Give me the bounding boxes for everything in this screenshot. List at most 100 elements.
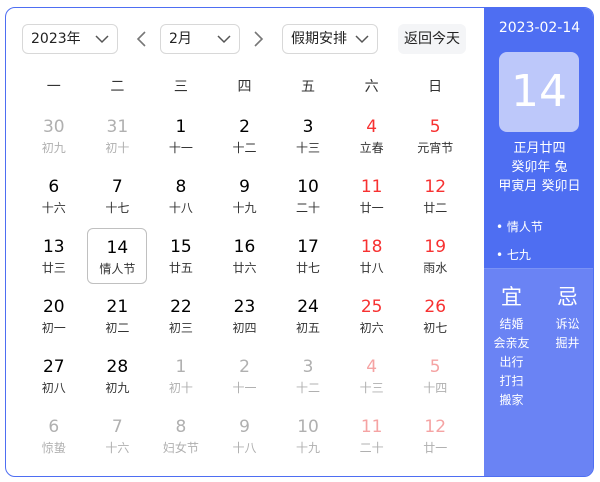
day-number: 4 — [366, 357, 378, 377]
calendar-day[interactable]: 26 初七 — [405, 288, 465, 344]
calendar-day[interactable]: 5 十四 — [405, 348, 465, 404]
lunar-label: 初五 — [296, 321, 321, 335]
day-number: 14 — [106, 238, 129, 258]
calendar-day[interactable]: 28 初九 — [87, 348, 147, 404]
lunar-label: 立春 — [359, 141, 384, 155]
day-number: 18 — [360, 237, 383, 257]
calendar-day[interactable]: 1 十一 — [151, 108, 211, 164]
calendar-day[interactable]: 2 十二 — [215, 108, 275, 164]
day-number: 31 — [106, 117, 129, 137]
calendar-day[interactable]: 1 初十 — [151, 348, 211, 404]
calendar-day[interactable]: 16 廿六 — [215, 228, 275, 284]
ji-column: 忌 诉讼 掘井 — [540, 283, 593, 353]
calendar-day[interactable]: 9 十八 — [215, 408, 275, 464]
lunar-label: 惊蛰 — [41, 441, 66, 455]
calendar-day[interactable]: 2 十一 — [215, 348, 275, 404]
lunar-label: 十九 — [296, 441, 321, 455]
holiday-select-value: 假期安排 — [291, 31, 347, 47]
calendar-day[interactable]: 8 妇女节 — [151, 408, 211, 464]
calendar-day[interactable]: 8 十八 — [151, 168, 211, 224]
day-number: 24 — [297, 297, 319, 317]
calendar-day[interactable]: 12 廿一 — [405, 408, 465, 464]
calendar-day[interactable]: 14 情人节 — [87, 228, 148, 284]
yi-item: 结婚 — [499, 317, 524, 331]
ganzhi-year: 癸卯年 兔 — [511, 160, 568, 175]
lunar-label: 十二 — [296, 381, 321, 395]
calendar-day[interactable]: 5 元宵节 — [405, 108, 465, 164]
lunar-label: 初八 — [41, 381, 66, 395]
weekday-label: 六 — [364, 79, 379, 95]
day-number: 7 — [111, 417, 123, 437]
calendar-day[interactable]: 21 初二 — [87, 288, 147, 344]
calendar-day[interactable]: 6 十六 — [24, 168, 84, 224]
day-number: 9 — [239, 417, 250, 437]
day-number: 2 — [239, 357, 250, 377]
calendar-day[interactable]: 22 初三 — [151, 288, 211, 344]
year-select-value: 2023年 — [31, 31, 81, 47]
calendar-day[interactable]: 7 十六 — [87, 408, 147, 464]
lunar-label: 初十 — [168, 381, 193, 395]
lunar-label: 雨水 — [423, 261, 448, 275]
calendar-day[interactable]: 12 廿二 — [405, 168, 465, 224]
calendar-day[interactable]: 3 十三 — [278, 108, 338, 164]
lunar-date: 正月廿四 — [513, 141, 566, 156]
calendar-day[interactable]: 6 惊蛰 — [24, 408, 84, 464]
weekday-label: 三 — [173, 79, 188, 95]
calendar-day[interactable]: 17 廿七 — [278, 228, 338, 284]
calendar-day[interactable]: 4 立春 — [342, 108, 402, 164]
festival-list: • 情人节 • 七九 — [496, 213, 543, 269]
calendar-day[interactable]: 24 初五 — [278, 288, 338, 344]
calendar-day[interactable]: 10 二十 — [278, 168, 338, 224]
calendar-day[interactable]: 13 廿三 — [24, 228, 84, 284]
day-number: 11 — [360, 417, 383, 437]
weekday-label: 日 — [428, 79, 443, 95]
prev-month-icon[interactable] — [134, 30, 150, 48]
day-number: 4 — [366, 117, 378, 137]
day-number: 6 — [48, 417, 60, 437]
festival-item: • 七九 — [496, 248, 531, 262]
calendar-day[interactable]: 23 初四 — [215, 288, 275, 344]
calendar-day[interactable]: 11 廿一 — [342, 168, 402, 224]
lunar-label: 初七 — [423, 321, 448, 335]
calendar-day[interactable]: 31 初十 — [87, 108, 147, 164]
calendar-day[interactable]: 10 十九 — [278, 408, 338, 464]
ji-item: 掘井 — [555, 336, 580, 350]
lunar-label: 初四 — [232, 321, 257, 335]
calendar-day[interactable]: 19 雨水 — [405, 228, 465, 284]
lunar-label: 情人节 — [99, 262, 136, 276]
calendar-day[interactable]: 7 十七 — [87, 168, 147, 224]
calendar-widget: 2023年 2月 假期安排 返回今天 一二三四五六日 30 初九 31 初十 1 十一 2 十… — [5, 7, 594, 477]
ganzhi-month-day: 甲寅月 癸卯日 — [498, 179, 581, 194]
next-month-icon[interactable] — [250, 30, 266, 48]
calendar-day[interactable]: 20 初一 — [24, 288, 84, 344]
holiday-select[interactable]: 假期安排 — [282, 24, 378, 54]
calendar-day[interactable]: 18 廿八 — [342, 228, 402, 284]
lunar-label: 初二 — [105, 321, 130, 335]
day-number: 21 — [106, 297, 129, 317]
calendar-day[interactable]: 9 十九 — [215, 168, 275, 224]
day-number: 8 — [175, 417, 187, 437]
lunar-label: 廿二 — [423, 201, 448, 215]
year-select[interactable]: 2023年 — [22, 24, 118, 54]
calendar-day[interactable]: 27 初八 — [24, 348, 84, 404]
calendar-day[interactable]: 30 初九 — [24, 108, 84, 164]
lunar-label: 初三 — [168, 321, 193, 335]
calendar-day[interactable]: 11 二十 — [342, 408, 402, 464]
back-to-today-button[interactable]: 返回今天 — [398, 24, 466, 54]
calendar-day[interactable]: 4 十三 — [342, 348, 402, 404]
calendar-day[interactable]: 3 十二 — [278, 348, 338, 404]
calendar-grid: 30 初九 31 初十 1 十一 2 十二 3 十三 4 立春 5 元宵节 6 十六 7 十七 8 十八 9 十九 10 二十… — [22, 108, 467, 468]
yi-item: 会亲友 — [493, 336, 530, 350]
day-number: 28 — [106, 357, 129, 377]
lunar-label: 元宵节 — [417, 141, 454, 155]
day-number: 22 — [170, 297, 192, 317]
calendar-day[interactable]: 15 廿五 — [151, 228, 211, 284]
month-select[interactable]: 2月 — [160, 24, 240, 54]
festival-item: • 情人节 — [496, 220, 543, 234]
calendar-day[interactable]: 25 初六 — [342, 288, 402, 344]
lunar-label: 十七 — [105, 201, 130, 215]
day-number: 16 — [233, 237, 256, 257]
day-number: 3 — [302, 117, 314, 137]
lunar-info: 正月廿四 癸卯年 兔 甲寅月 癸卯日 — [484, 139, 593, 196]
lunar-label: 初一 — [41, 321, 66, 335]
